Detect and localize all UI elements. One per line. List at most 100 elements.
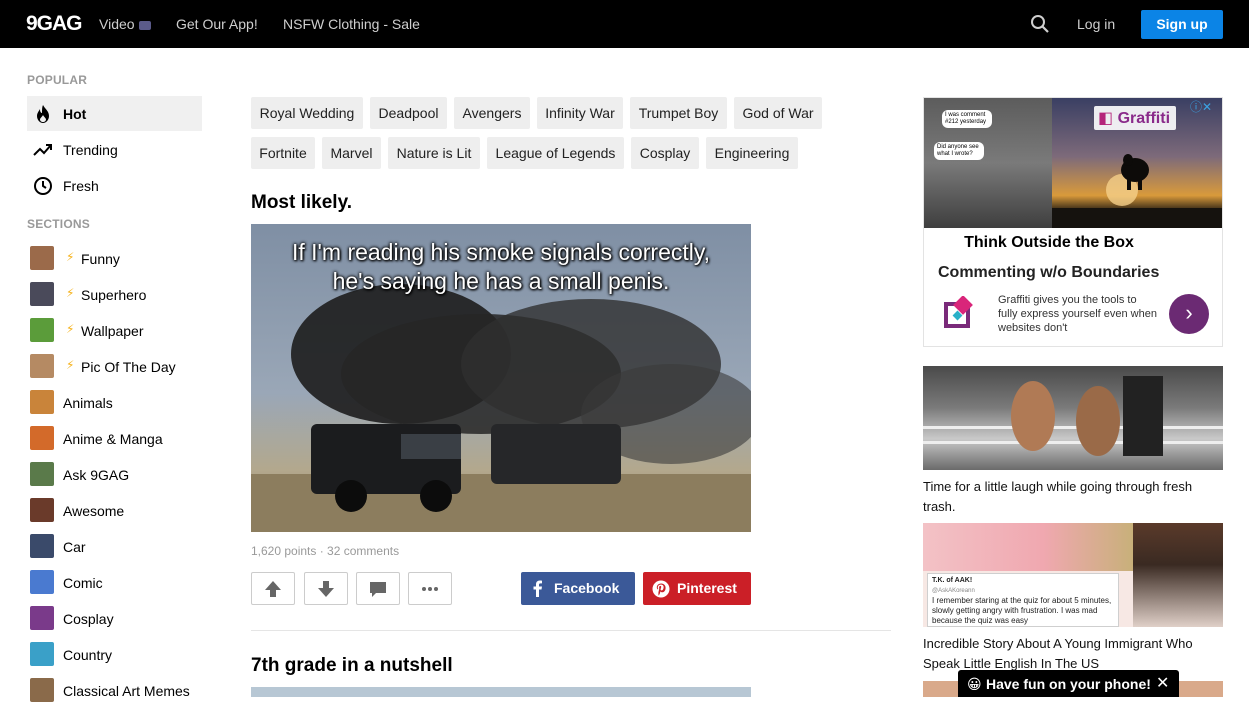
- section-label: Wallpaper: [81, 323, 144, 339]
- more-options-button[interactable]: [408, 572, 452, 605]
- upvote-button[interactable]: [251, 572, 295, 605]
- boxing-video-thumbnail[interactable]: [923, 366, 1223, 470]
- post-title[interactable]: Most likely.: [251, 192, 352, 214]
- nav-nsfw-clothing-link[interactable]: NSFW Clothing - Sale: [283, 16, 420, 32]
- sidebar-item-fresh[interactable]: Fresh: [27, 168, 202, 203]
- sidebar-item-trending[interactable]: Trending: [27, 132, 202, 167]
- nav-video-link[interactable]: Video: [99, 16, 151, 32]
- section-thumbnail: [30, 534, 54, 558]
- tag-chip[interactable]: Nature is Lit: [388, 137, 480, 169]
- facebook-icon: [533, 580, 542, 597]
- sidebar-section-item[interactable]: Classical Art Memes: [30, 678, 205, 706]
- ad-description: Graffiti gives you the tools to fully ex…: [998, 294, 1157, 334]
- tweet-name: T.K. of AAK!: [932, 577, 973, 584]
- sidebar-section-item[interactable]: Anime & Manga: [30, 426, 205, 454]
- chevron-right-icon[interactable]: ›: [1169, 294, 1209, 334]
- comment-icon: [370, 582, 386, 597]
- post-image[interactable]: If I'm reading his smoke signals correct…: [251, 224, 751, 532]
- section-thumbnail: [30, 498, 54, 522]
- sidebar-section-item[interactable]: ⚡ Funny: [30, 246, 205, 274]
- sidebar-section-item[interactable]: ⚡ Pic Of The Day: [30, 354, 205, 382]
- sidebar-item-label: Trending: [63, 142, 118, 158]
- comment-button[interactable]: [356, 572, 400, 605]
- sidebar-item-hot[interactable]: Hot: [27, 96, 202, 131]
- sidebar-section-item[interactable]: Car: [30, 534, 205, 562]
- mobile-banner-text: Have fun on your phone!: [986, 676, 1151, 692]
- boxing-scene: [923, 376, 1223, 456]
- tag-chip[interactable]: God of War: [734, 97, 822, 129]
- featured-bolt-icon: ⚡: [66, 286, 75, 300]
- top-nav-bar: 9GAG Video Get Our App! NSFW Clothing - …: [0, 0, 1249, 48]
- arrow-down-icon: [318, 581, 334, 597]
- tag-chip[interactable]: Royal Wedding: [251, 97, 363, 129]
- section-thumbnail: [30, 354, 54, 378]
- tweet-handle: @AskAKoreann: [932, 588, 975, 594]
- thumbnail-caption-2[interactable]: Incredible Story About A Young Immigrant…: [923, 634, 1223, 674]
- signup-button[interactable]: Sign up: [1141, 10, 1223, 39]
- tag-chip[interactable]: Avengers: [454, 97, 530, 129]
- search-icon[interactable]: [1030, 14, 1050, 34]
- tag-chip[interactable]: Cosplay: [631, 137, 699, 169]
- post-image-caption: If I'm reading his smoke signals correct…: [251, 238, 751, 296]
- section-label: Car: [63, 539, 86, 555]
- sidebar-item-label: Hot: [63, 106, 87, 122]
- section-thumbnail: [30, 426, 54, 450]
- downvote-button[interactable]: [304, 572, 348, 605]
- ad-headline: Think Outside the Box: [964, 234, 1134, 251]
- trending-icon: [33, 144, 52, 156]
- ad-choices-icon[interactable]: ⓘ✕: [1190, 98, 1212, 115]
- sidebar-section-item[interactable]: Country: [30, 642, 205, 670]
- caption-line-1: If I'm reading his smoke signals correct…: [291, 239, 711, 265]
- tweet-card: T.K. of AAK! @AskAKoreann I remember sta…: [927, 573, 1119, 627]
- section-thumbnail: [30, 318, 54, 342]
- tag-chip[interactable]: League of Legends: [487, 137, 624, 169]
- section-label: Country: [63, 647, 113, 663]
- popular-heading: POPULAR: [27, 73, 88, 87]
- sidebar-section-item[interactable]: Cosplay: [30, 606, 205, 634]
- close-icon[interactable]: ✕: [1156, 670, 1169, 698]
- section-label: Anime & Manga: [63, 431, 163, 447]
- nav-get-app-link[interactable]: Get Our App!: [176, 16, 258, 32]
- section-label: Funny: [81, 251, 120, 267]
- section-label: Superhero: [81, 287, 147, 303]
- pinterest-share-button[interactable]: Pinterest: [643, 572, 751, 605]
- sidebar-section-item[interactable]: ⚡ Superhero: [30, 282, 205, 310]
- ad-speech-bubble-2: Did anyone see what I wrote?: [934, 142, 984, 160]
- graffiti-logo-icon: [944, 296, 973, 328]
- section-thumbnail: [30, 678, 54, 702]
- post-image-2[interactable]: [251, 687, 751, 697]
- sidebar-section-item[interactable]: Comic: [30, 570, 205, 598]
- section-label: Comic: [63, 575, 103, 591]
- tag-chip[interactable]: Infinity War: [537, 97, 623, 129]
- login-link[interactable]: Log in: [1077, 16, 1115, 32]
- site-logo[interactable]: 9GAG: [26, 12, 83, 36]
- facebook-share-button[interactable]: Facebook: [521, 572, 635, 605]
- post-title-2[interactable]: 7th grade in a nutshell: [251, 655, 453, 677]
- sidebar-section-item[interactable]: Awesome: [30, 498, 205, 526]
- section-thumbnail: [30, 282, 54, 306]
- tag-chip[interactable]: Trumpet Boy: [630, 97, 727, 129]
- tag-chip[interactable]: Engineering: [706, 137, 798, 169]
- post-meta[interactable]: 1,620 points · 32 comments: [251, 544, 399, 558]
- section-thumbnail: [30, 462, 54, 486]
- thumbnail-caption-1[interactable]: Time for a little laugh while going thro…: [923, 477, 1223, 517]
- pinterest-label: Pinterest: [677, 580, 737, 596]
- sidebar-section-item[interactable]: ⚡ Wallpaper: [30, 318, 205, 346]
- tag-chip[interactable]: Deadpool: [370, 97, 447, 129]
- sidebar-section-item[interactable]: Ask 9GAG: [30, 462, 205, 490]
- sections-heading: SECTIONS: [27, 217, 90, 231]
- tv-icon: [138, 20, 151, 30]
- pinterest-icon: [652, 580, 670, 598]
- ad-brand-label: Graffiti: [1117, 110, 1171, 127]
- nav-video-label: Video: [99, 16, 135, 32]
- tag-chip[interactable]: Fortnite: [251, 137, 315, 169]
- mobile-app-banner[interactable]: 😀 Have fun on your phone! ✕: [958, 670, 1179, 697]
- tag-chip[interactable]: Marvel: [322, 137, 381, 169]
- sidebar-section-item[interactable]: Animals: [30, 390, 205, 418]
- flame-icon: [37, 105, 49, 123]
- facebook-label: Facebook: [554, 580, 620, 596]
- advertisement[interactable]: I was comment #212 yesterday Did anyone …: [923, 97, 1223, 347]
- graffiti-logo-icon: ◧: [1098, 110, 1118, 127]
- immigrant-story-thumbnail[interactable]: T.K. of AAK! @AskAKoreann I remember sta…: [923, 523, 1223, 627]
- section-label: Pic Of The Day: [81, 359, 176, 375]
